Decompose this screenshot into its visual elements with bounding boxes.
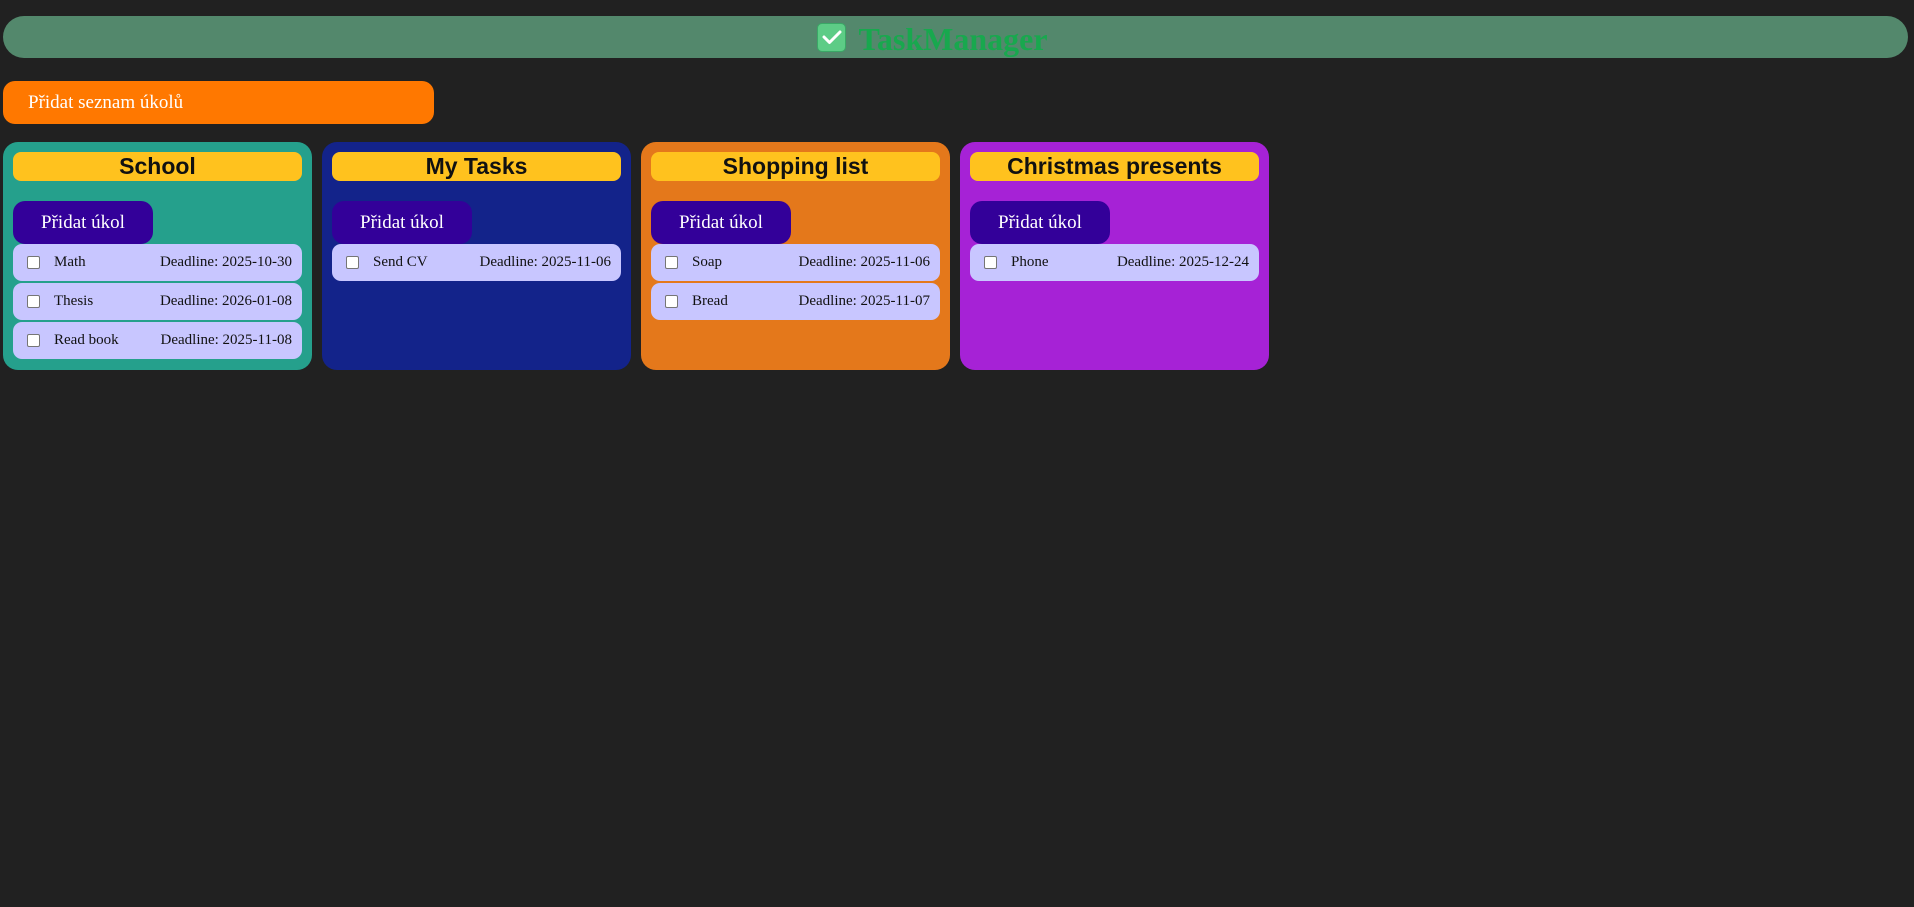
add-task-button[interactable]: Přidat úkol — [970, 201, 1110, 244]
list-title: My Tasks — [332, 152, 621, 181]
task-name: Phone — [1011, 254, 1049, 270]
list-card-christmas-presents: Christmas presents Přidat úkol Phone Dea… — [960, 142, 1269, 370]
task-deadline: Deadline: 2025-12-24 — [1116, 254, 1249, 270]
add-task-button[interactable]: Přidat úkol — [651, 201, 791, 244]
task-name: Soap — [692, 254, 722, 270]
add-task-button[interactable]: Přidat úkol — [13, 201, 153, 244]
task-deadline: Deadline: 2025-11-06 — [479, 254, 612, 270]
task-name: Read book — [54, 332, 119, 348]
task-checkbox[interactable] — [27, 256, 40, 269]
task-checkbox[interactable] — [27, 295, 40, 308]
task-items: Soap Deadline: 2025-11-06 Bread Deadline… — [651, 244, 940, 320]
check-box-icon — [817, 22, 847, 52]
task-lists: School Přidat úkol Math Deadline: 2025-1… — [3, 142, 1269, 370]
task-item: Bread Deadline: 2025-11-07 — [651, 283, 940, 320]
task-items: Send CV Deadline: 2025-11-06 — [332, 244, 621, 281]
task-deadline: Deadline: 2025-10-30 — [159, 254, 292, 270]
task-item: Thesis Deadline: 2026-01-08 — [13, 283, 302, 320]
task-checkbox[interactable] — [665, 295, 678, 308]
task-deadline: Deadline: 2025-11-07 — [798, 293, 931, 309]
list-card-my-tasks: My Tasks Přidat úkol Send CV Deadline: 2… — [322, 142, 631, 370]
task-deadline: Deadline: 2025-11-08 — [160, 332, 293, 348]
task-name: Bread — [692, 293, 728, 309]
list-title: Christmas presents — [970, 152, 1259, 181]
task-name: Math — [54, 254, 86, 270]
add-task-button[interactable]: Přidat úkol — [332, 201, 472, 244]
task-item: Soap Deadline: 2025-11-06 — [651, 244, 940, 281]
app-header: TaskManager — [3, 16, 1908, 58]
task-deadline: Deadline: 2025-11-06 — [798, 254, 931, 270]
task-item: Read book Deadline: 2025-11-08 — [13, 322, 302, 359]
add-list-button[interactable]: Přidat seznam úkolů — [3, 81, 434, 124]
task-name: Thesis — [54, 293, 94, 309]
task-checkbox[interactable] — [346, 256, 359, 269]
list-title: Shopping list — [651, 152, 940, 181]
app-title: TaskManager — [858, 21, 1048, 57]
task-item: Phone Deadline: 2025-12-24 — [970, 244, 1259, 281]
task-checkbox[interactable] — [984, 256, 997, 269]
list-card-school: School Přidat úkol Math Deadline: 2025-1… — [3, 142, 312, 370]
task-items: Math Deadline: 2025-10-30 Thesis Deadlin… — [13, 244, 302, 359]
list-card-shopping-list: Shopping list Přidat úkol Soap Deadline:… — [641, 142, 950, 370]
task-checkbox[interactable] — [27, 334, 40, 347]
task-checkbox[interactable] — [665, 256, 678, 269]
task-name: Send CV — [373, 254, 428, 270]
task-item: Math Deadline: 2025-10-30 — [13, 244, 302, 281]
list-title: School — [13, 152, 302, 181]
task-items: Phone Deadline: 2025-12-24 — [970, 244, 1259, 281]
task-item: Send CV Deadline: 2025-11-06 — [332, 244, 621, 281]
task-deadline: Deadline: 2026-01-08 — [159, 293, 292, 309]
